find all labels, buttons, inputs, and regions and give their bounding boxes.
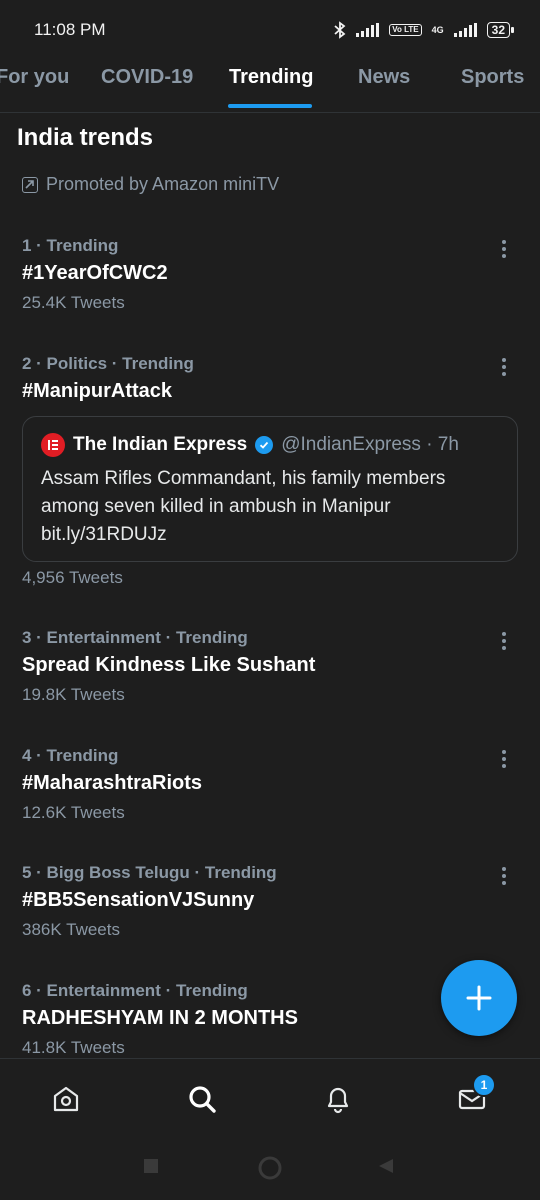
tab-for-you[interactable]: For you	[0, 66, 69, 89]
status-icons: Vo LTE 4G 32	[334, 21, 515, 39]
bottom-nav: 1	[0, 1058, 540, 1139]
card-text: Assam Rifles Commandant, his family memb…	[41, 465, 499, 549]
nav-notifications[interactable]	[322, 1083, 354, 1115]
nav-search[interactable]	[186, 1083, 218, 1115]
more-options-icon[interactable]	[494, 354, 514, 380]
indian-express-logo-icon	[41, 433, 65, 457]
network-type: 4G	[431, 25, 444, 35]
trend-name: #ManipurAttack	[22, 380, 173, 402]
trend-name: Spread Kindness Like Sushant	[22, 654, 316, 676]
trend-count: 386K Tweets	[22, 920, 120, 939]
card-text-line: Assam Rifles Commandant, his family memb…	[41, 468, 446, 489]
trend-meta: 5 · Bigg Boss Telugu · Trending	[22, 863, 277, 882]
signal-icon	[356, 23, 380, 37]
trend-meta: 4 · Trending	[22, 746, 119, 765]
signal-icon-2	[453, 23, 477, 37]
nav-messages[interactable]: 1	[456, 1073, 496, 1115]
home-button-icon[interactable]	[258, 1156, 282, 1180]
tabs-divider	[0, 112, 540, 113]
trend-item-4[interactable]: 4 · Trending #MaharashtraRiots 12.6K Twe…	[22, 746, 522, 823]
plus-icon	[466, 985, 492, 1011]
tab-trending[interactable]: Trending	[229, 66, 313, 89]
more-options-icon[interactable]	[494, 863, 514, 889]
tab-sports[interactable]: Sports	[461, 66, 524, 89]
card-link[interactable]: bit.ly/31RDUJz	[41, 521, 499, 549]
status-time: 11:08 PM	[34, 20, 106, 39]
trend-item-5[interactable]: 5 · Bigg Boss Telugu · Trending #BB5Sens…	[22, 863, 522, 940]
more-options-icon[interactable]	[494, 628, 514, 654]
trend-count: 4,956 Tweets	[22, 568, 123, 587]
card-header: The Indian Express @IndianExpress · 7h	[41, 433, 499, 457]
trend-meta: 3 · Entertainment · Trending	[22, 628, 248, 647]
news-card[interactable]: The Indian Express @IndianExpress · 7h A…	[22, 416, 518, 562]
active-tab-indicator	[228, 104, 312, 108]
more-options-icon[interactable]	[494, 236, 514, 262]
status-bar: 11:08 PM Vo LTE 4G 32	[0, 0, 540, 60]
trend-meta: 2 · Politics · Trending	[22, 354, 194, 373]
verified-badge-icon	[255, 436, 274, 454]
trend-count: 25.4K Tweets	[22, 293, 125, 312]
card-source: The Indian Express	[73, 434, 248, 455]
card-handle: @IndianExpress · 7h	[281, 434, 459, 455]
battery-icon: 32	[486, 22, 515, 38]
search-icon	[189, 1086, 216, 1113]
trend-item-3[interactable]: 3 · Entertainment · Trending Spread Kind…	[22, 628, 522, 705]
back-icon[interactable]	[378, 1158, 394, 1174]
bluetooth-icon	[334, 21, 346, 39]
volte-icon: Vo LTE	[389, 24, 422, 36]
trend-count: 12.6K Tweets	[22, 803, 125, 822]
promoted-icon	[22, 176, 38, 193]
trend-count: 41.8K Tweets	[22, 1038, 125, 1057]
promoted-text: Promoted by Amazon miniTV	[46, 174, 280, 194]
trend-item-1[interactable]: 1 · Trending #1YearOfCWC2 25.4K Tweets	[22, 236, 522, 313]
page-title: India trends	[17, 124, 154, 151]
compose-tweet-button[interactable]	[441, 960, 517, 1036]
more-options-icon[interactable]	[494, 746, 514, 772]
notifications-icon	[327, 1087, 349, 1114]
trend-count: 19.8K Tweets	[22, 685, 125, 704]
nav-home[interactable]	[50, 1083, 82, 1115]
tab-covid-19[interactable]: COVID-19	[101, 66, 193, 89]
trend-item-2[interactable]: 2 · Politics · Trending #ManipurAttack	[22, 354, 522, 403]
trend-name: #BB5SensationVJSunny	[22, 889, 255, 911]
home-icon	[53, 1086, 79, 1112]
system-nav-bar	[0, 1138, 540, 1200]
recents-icon[interactable]	[143, 1158, 159, 1174]
card-text-line: among seven killed in ambush in Manipur	[41, 496, 391, 517]
messages-badge: 1	[472, 1073, 496, 1097]
trend-name: #1YearOfCWC2	[22, 262, 168, 284]
promoted-label[interactable]: Promoted by Amazon miniTV	[22, 174, 279, 195]
trend-name: #MaharashtraRiots	[22, 772, 203, 794]
trend-meta: 1 · Trending	[22, 236, 119, 255]
tab-news[interactable]: News	[358, 66, 410, 89]
